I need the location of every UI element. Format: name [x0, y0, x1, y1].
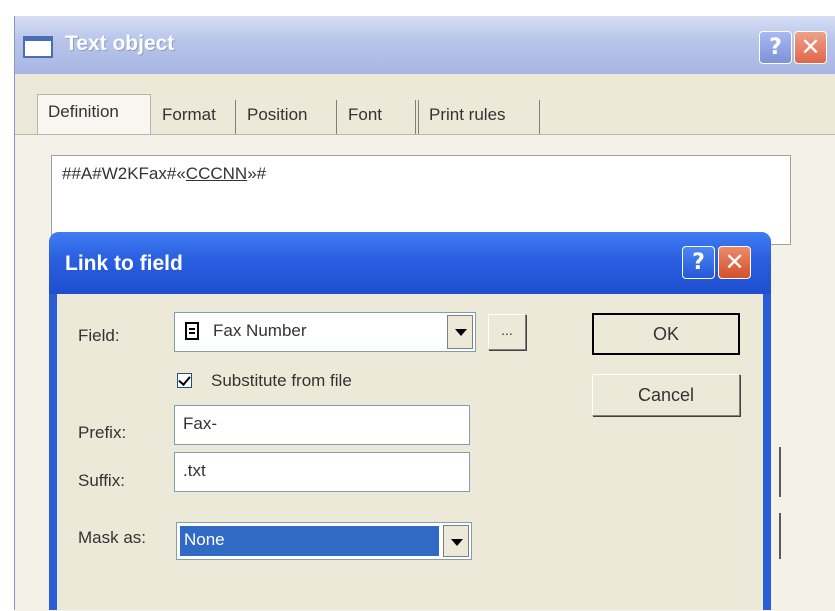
definition-suffix: »#: [247, 164, 267, 183]
ok-button[interactable]: OK: [592, 313, 740, 355]
cancel-button[interactable]: Cancel: [592, 374, 740, 416]
definition-field-token[interactable]: CCCNN: [186, 164, 247, 183]
tab-position[interactable]: Position: [237, 100, 337, 134]
mask-label: Mask as:: [78, 528, 147, 547]
mask-select[interactable]: None: [176, 522, 472, 560]
tab-font[interactable]: Font: [338, 100, 416, 134]
suffix-field[interactable]: .txt: [174, 452, 470, 492]
chevron-down-icon[interactable]: [443, 525, 469, 557]
prefix-label: Prefix:: [78, 423, 127, 442]
dialog-close-button[interactable]: ✕: [718, 246, 751, 279]
window-icon: [23, 36, 53, 58]
window-title-bar[interactable]: Text object ? ✕: [15, 16, 835, 74]
prefix-field[interactable]: Fax-: [174, 405, 470, 445]
chevron-down-icon[interactable]: [447, 315, 473, 349]
tab-strip: Definition Format Position Font Print ru…: [15, 94, 835, 136]
substitute-checkbox[interactable]: [177, 373, 192, 388]
dialog-help-button[interactable]: ?: [682, 246, 715, 279]
dialog-title: Link to field: [65, 252, 183, 275]
field-value: Fax Number: [213, 321, 307, 340]
definition-text: ##A#W2KFax#«CCCNN»#: [62, 164, 266, 184]
browse-button[interactable]: ...: [488, 314, 526, 350]
suffix-label: Suffix:: [78, 471, 125, 490]
document-icon: [185, 322, 199, 340]
tab-format[interactable]: Format: [152, 100, 236, 134]
hidden-control-edge: [779, 513, 781, 559]
tab-print-rules[interactable]: Print rules: [418, 100, 540, 134]
mask-value: None: [180, 526, 439, 556]
field-combobox[interactable]: Fax Number: [174, 312, 476, 352]
field-label: Field:: [78, 326, 120, 345]
dialog-title-bar[interactable]: Link to field ? ✕: [49, 232, 771, 294]
window-title: Text object: [65, 32, 175, 55]
close-button[interactable]: ✕: [794, 31, 827, 64]
definition-prefix: ##A#W2KFax#«: [62, 164, 186, 183]
hidden-control-edge: [779, 447, 781, 497]
help-button[interactable]: ?: [759, 31, 792, 64]
substitute-label[interactable]: Substitute from file: [211, 371, 352, 391]
tab-definition[interactable]: Definition: [37, 94, 151, 136]
